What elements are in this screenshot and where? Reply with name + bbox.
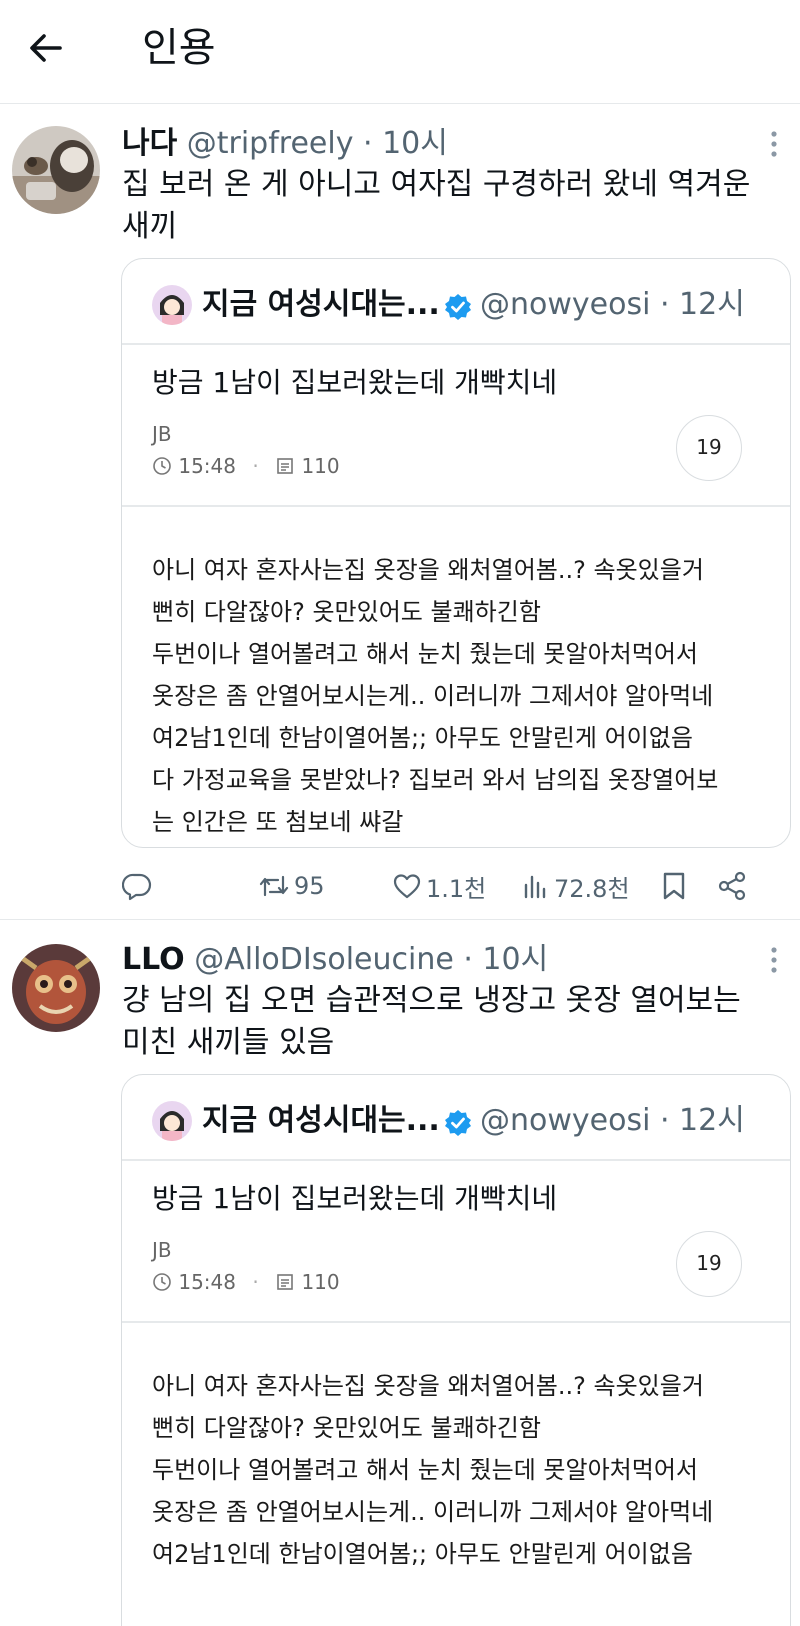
quoted-body: 아니 여자 혼자사는집 옷장을 왜처열어봄..? 속옷있을거 뻔히 다알잖아? … [152, 549, 772, 843]
clock-icon [153, 1273, 171, 1291]
like-button[interactable]: 1.1천 [392, 866, 486, 906]
more-vertical-icon[interactable] [764, 940, 784, 980]
quoted-views: 110 [301, 454, 340, 478]
quoted-body: 아니 여자 혼자사는집 옷장을 왜처열어봄..? 속옷있을거 뻔히 다알잖아? … [152, 1365, 772, 1575]
like-count: 1.1천 [426, 874, 487, 903]
heart-icon [393, 874, 421, 899]
quoted-body-line: 다 가정교육을 못받았나? 집보러 와서 남의집 옷장열어보 [152, 766, 719, 794]
author-name[interactable]: 나다 [122, 126, 177, 161]
quoted-title: 방금 1남이 집보러왔는데 개빡치네 [152, 366, 558, 399]
quoted-avatar [152, 1101, 192, 1141]
quoted-handle-time: @nowyeosi · 12시 [480, 1103, 745, 1138]
quoted-body-line: 옷장은 좀 안열어보시는게.. 이러니까 그제서야 알아먹네 [152, 682, 714, 710]
comment-count-badge[interactable]: 19 [676, 1231, 742, 1297]
author-name[interactable]: LLO [122, 942, 185, 977]
quoted-post[interactable]: 지금 여성시대는... @nowyeosi · 12시 방금 1남이 집보러왔는… [121, 1074, 791, 1626]
quoted-post-stats: 15:48 · 110 [152, 1269, 340, 1295]
comment-count-badge[interactable]: 19 [676, 415, 742, 481]
verified-icon [445, 294, 471, 320]
clock-icon [153, 457, 171, 475]
document-icon [277, 458, 293, 474]
quoted-post-stats: 15:48 · 110 [152, 453, 340, 479]
document-icon [277, 1274, 293, 1290]
quoted-time: 15:48 [178, 454, 236, 478]
quoted-avatar [152, 285, 192, 325]
quoted-post-author: JB [152, 1238, 172, 1262]
share-icon [718, 871, 746, 901]
post-text: 걍 남의 집 오면 습관적으로 냉장고 옷장 열어보는 미친 새끼들 있음 [122, 983, 741, 1060]
avatar[interactable] [12, 944, 100, 1032]
retweet-button[interactable]: 95 [258, 866, 325, 906]
verified-icon [445, 1110, 471, 1136]
bookmark-button[interactable] [660, 866, 688, 906]
author-line: 나다 @tripfreely · 10시 [122, 124, 448, 164]
quoted-body-line: 는 인간은 또 첨보네 쌰갈 [152, 808, 404, 836]
post-text: 집 보러 온 게 아니고 여자집 구경하러 왔네 역겨운 새끼 [122, 167, 751, 244]
views-icon [524, 875, 546, 899]
quoted-body-line: 아니 여자 혼자사는집 옷장을 왜처열어봄..? 속옷있을거 [152, 556, 704, 584]
divider [122, 343, 790, 345]
quote-post[interactable]: 나다 @tripfreely · 10시 집 보러 온 게 아니고 여자집 구경… [0, 104, 800, 920]
action-bar: 95 1.1천 72.8천 [0, 866, 800, 906]
quoted-post[interactable]: 지금 여성시대는... @nowyeosi · 12시 방금 1남이 집보러왔는… [121, 258, 791, 848]
views-count: 72.8천 [554, 874, 630, 903]
share-button[interactable] [716, 866, 748, 906]
quoted-body-line: 옷장은 좀 안열어보시는게.. 이러니까 그제서야 알아먹네 [152, 1498, 714, 1526]
author-handle-time: @tripfreely · 10시 [186, 126, 448, 161]
quoted-body-line: 뻔히 다알잖아? 옷만있어도 불쾌하긴함 [152, 1414, 541, 1442]
author-line: LLO @AlloDIsoleucine · 10시 [122, 940, 548, 980]
author-handle-time: @AlloDIsoleucine · 10시 [194, 942, 549, 977]
views-button[interactable]: 72.8천 [522, 866, 630, 906]
quoted-author-name: 지금 여성시대는... [202, 1103, 440, 1138]
reply-icon [122, 873, 152, 901]
quoted-body-line: 두번이나 열어볼려고 해서 눈치 줬는데 못알아처먹어서 [152, 1456, 698, 1484]
divider [122, 505, 790, 507]
quoted-title: 방금 1남이 집보러왔는데 개빡치네 [152, 1182, 558, 1215]
retweet-icon [259, 875, 289, 897]
quoted-body-line: 여2남1인데 한남이열어봄;; 아무도 안말린게 어이없음 [152, 1540, 693, 1568]
page-title: 인용 [142, 25, 216, 71]
more-vertical-icon[interactable] [764, 124, 784, 164]
quoted-author-name: 지금 여성시대는... [202, 287, 440, 322]
quoted-post-author: JB [152, 422, 172, 446]
retweet-count: 95 [294, 872, 325, 900]
quoted-body-line: 두번이나 열어볼려고 해서 눈치 줬는데 못알아처먹어서 [152, 640, 698, 668]
quote-post[interactable]: LLO @AlloDIsoleucine · 10시 걍 남의 집 오면 습관적… [0, 920, 800, 1626]
reply-button[interactable] [122, 866, 152, 906]
quoted-views: 110 [301, 1270, 340, 1294]
quoted-body-line: 뻔히 다알잖아? 옷만있어도 불쾌하긴함 [152, 598, 541, 626]
top-bar: 인용 [0, 0, 800, 104]
quoted-time: 15:48 [178, 1270, 236, 1294]
quoted-body-line: 여2남1인데 한남이열어봄;; 아무도 안말린게 어이없음 [152, 724, 693, 752]
divider [122, 1159, 790, 1161]
divider [122, 1321, 790, 1323]
arrow-left-icon[interactable] [26, 28, 66, 68]
quoted-handle-time: @nowyeosi · 12시 [480, 287, 745, 322]
avatar[interactable] [12, 126, 100, 214]
bookmark-icon [663, 872, 685, 900]
quoted-body-line: 아니 여자 혼자사는집 옷장을 왜처열어봄..? 속옷있을거 [152, 1372, 704, 1400]
